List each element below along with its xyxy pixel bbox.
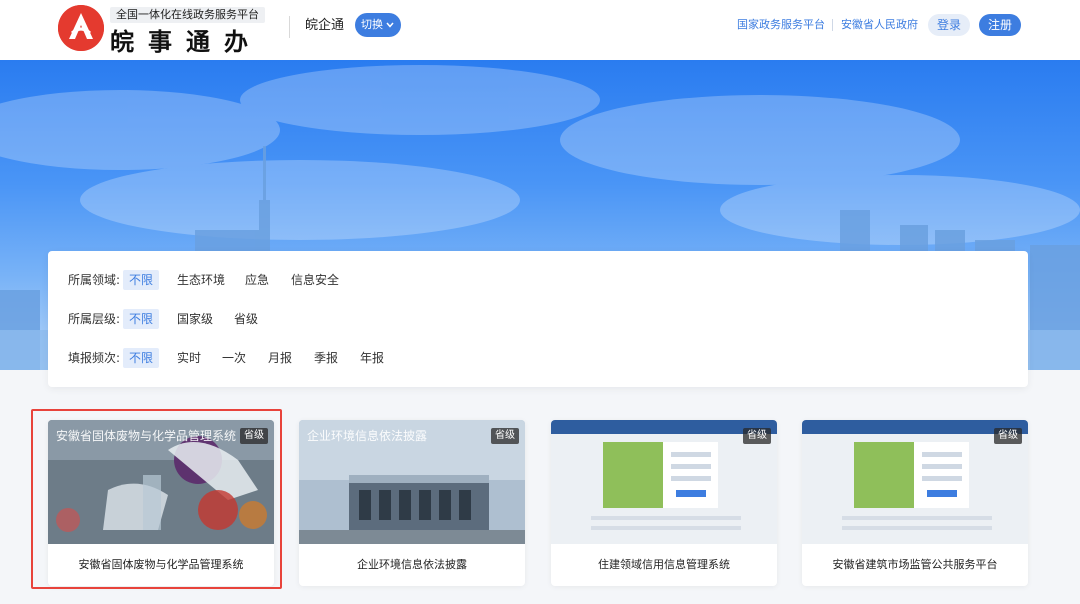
- filter-domain-ecology[interactable]: 生态环境: [171, 270, 231, 290]
- register-button[interactable]: 注册: [979, 14, 1021, 36]
- app-name: 皖企通: [305, 18, 345, 33]
- filter-domain-emergency[interactable]: 应急: [239, 270, 275, 290]
- service-card[interactable]: 省级 安徽省建筑市场监管公共服务平台: [802, 420, 1028, 586]
- filter-row-domain: 所属领域: 不限 生态环境 应急 信息安全: [68, 270, 1008, 290]
- card-level-badge: 省级: [491, 428, 519, 444]
- service-card[interactable]: 安徽省固体废物与化学品管理系统 省级 安徽省固体废物与化学品管理系统: [48, 420, 274, 586]
- filter-label-frequency: 填报频次:: [68, 351, 121, 365]
- card-title[interactable]: 企业环境信息依法披露: [299, 544, 525, 586]
- card-overlay-title: 安徽省固体废物与化学品管理系统: [56, 429, 237, 443]
- link-national-platform[interactable]: 国家政务服务平台: [737, 17, 825, 33]
- filter-domain-unlimited[interactable]: 不限: [123, 270, 160, 290]
- card-overlay-title: 企业环境信息依法披露: [307, 429, 428, 443]
- login-button[interactable]: 登录: [928, 14, 970, 36]
- link-separator: [832, 19, 833, 31]
- card-level-badge: 省级: [994, 428, 1022, 444]
- logo-title[interactable]: 皖事通办: [110, 22, 262, 57]
- top-header: 全国一体化在线政务服务平台 皖事通办 皖企通 切换 国家政务服务平台 安徽省人民…: [0, 0, 1080, 60]
- filter-frequency-unlimited[interactable]: 不限: [123, 348, 160, 368]
- filter-level-national[interactable]: 国家级: [171, 309, 219, 329]
- filter-label-level: 所属层级:: [68, 312, 121, 326]
- switch-button[interactable]: 切换: [355, 13, 401, 37]
- card-level-badge: 省级: [743, 428, 771, 444]
- filter-row-level: 所属层级: 不限 国家级 省级: [68, 309, 1008, 329]
- card-title[interactable]: 住建领域信用信息管理系统: [551, 544, 777, 586]
- filter-domain-infosec[interactable]: 信息安全: [285, 270, 345, 290]
- card-title[interactable]: 安徽省固体废物与化学品管理系统: [48, 544, 274, 586]
- card-image-website-screenshot: 省级: [802, 420, 1028, 544]
- filter-frequency-monthly[interactable]: 月报: [262, 348, 298, 368]
- filter-frequency-realtime[interactable]: 实时: [171, 348, 207, 368]
- logo-subtitle: 全国一体化在线政务服务平台: [110, 7, 265, 23]
- service-card[interactable]: 省级 住建领域信用信息管理系统: [551, 420, 777, 586]
- card-title[interactable]: 安徽省建筑市场监管公共服务平台: [802, 544, 1028, 586]
- chevron-down-icon: [386, 22, 394, 28]
- logo-mark-icon[interactable]: [58, 5, 104, 51]
- filter-label-domain: 所属领域:: [68, 273, 121, 287]
- card-image-lab: 安徽省固体废物与化学品管理系统 省级: [48, 420, 274, 544]
- switch-label: 切换: [361, 18, 383, 31]
- filter-row-frequency: 填报频次: 不限 实时 一次 月报 季报 年报: [68, 348, 1008, 368]
- filter-level-unlimited[interactable]: 不限: [123, 309, 160, 329]
- header-divider: [289, 16, 290, 38]
- card-image-website-screenshot: 省级: [551, 420, 777, 544]
- service-card[interactable]: 企业环境信息依法披露 省级 企业环境信息依法披露: [299, 420, 525, 586]
- link-anhui-government[interactable]: 安徽省人民政府: [841, 17, 918, 33]
- filter-frequency-once[interactable]: 一次: [216, 348, 252, 368]
- filter-frequency-yearly[interactable]: 年报: [354, 348, 390, 368]
- card-image-building: 企业环境信息依法披露 省级: [299, 420, 525, 544]
- filter-frequency-quarterly[interactable]: 季报: [308, 348, 344, 368]
- filter-level-provincial[interactable]: 省级: [228, 309, 264, 329]
- card-level-badge: 省级: [240, 428, 268, 444]
- filter-panel: 所属领域: 不限 生态环境 应急 信息安全 所属层级: 不限 国家级 省级 填报…: [48, 251, 1028, 387]
